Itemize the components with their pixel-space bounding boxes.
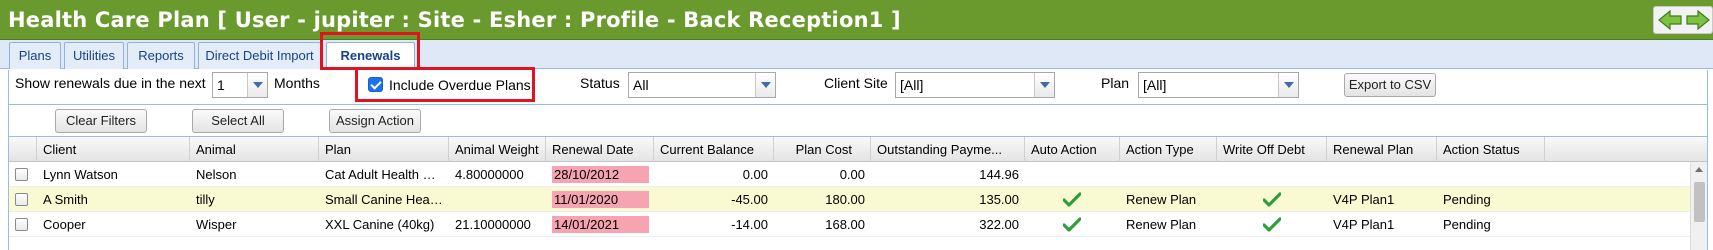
cell-renewal-date: 11/01/2020 bbox=[552, 191, 649, 208]
cell-client: Lynn Watson bbox=[43, 167, 118, 182]
title-bar: Health Care Plan [ User - jupiter : Site… bbox=[0, 0, 1713, 40]
window-title: Health Care Plan [ User - jupiter : Site… bbox=[8, 8, 901, 32]
cell-renewal-plan: V4P Plan1 bbox=[1333, 217, 1395, 232]
cell-animal-weight: 4.80000000 bbox=[455, 167, 524, 182]
checkmark-icon bbox=[1262, 192, 1282, 207]
forward-arrow-icon[interactable] bbox=[1685, 9, 1711, 31]
months-value: 1 bbox=[217, 77, 225, 93]
back-arrow-icon[interactable] bbox=[1657, 9, 1683, 31]
header-plan-cost[interactable]: Plan Cost bbox=[774, 137, 871, 162]
cell-outstanding: 135.00 bbox=[979, 192, 1019, 207]
header-client[interactable]: Client bbox=[37, 137, 190, 162]
assign-action-button[interactable]: Assign Action bbox=[329, 109, 421, 133]
header-outstanding-payments[interactable]: Outstanding Payme... bbox=[871, 137, 1025, 162]
cell-renewal-plan: V4P Plan1 bbox=[1333, 192, 1395, 207]
plan-label: Plan bbox=[1101, 75, 1130, 91]
renewals-grid: Client Animal Plan Animal Weight Renewal… bbox=[8, 137, 1708, 250]
header-select bbox=[9, 137, 37, 162]
cell-current-balance: -45.00 bbox=[731, 192, 768, 207]
cell-plan-cost: 168.00 bbox=[825, 217, 865, 232]
cell-animal: tilly bbox=[196, 192, 215, 207]
months-select[interactable]: 1 bbox=[212, 72, 268, 98]
client-site-select[interactable]: [All] bbox=[895, 72, 1055, 98]
clear-filters-button[interactable]: Clear Filters bbox=[55, 109, 147, 133]
checkmark-icon bbox=[1062, 217, 1082, 232]
cell-renewal-plan bbox=[1327, 162, 1437, 187]
select-all-button[interactable]: Select All bbox=[192, 109, 284, 133]
tab-reports[interactable]: Reports bbox=[127, 42, 195, 69]
cell-outstanding: 322.00 bbox=[979, 217, 1019, 232]
row-checkbox[interactable] bbox=[15, 218, 28, 231]
filter-bar: Show renewals due in the next 1 Months I… bbox=[8, 70, 1708, 104]
tab-utilities[interactable]: Utilities bbox=[64, 42, 124, 69]
plan-value: [All] bbox=[1143, 77, 1167, 93]
tab-plans[interactable]: Plans bbox=[9, 42, 61, 69]
client-site-label: Client Site bbox=[824, 75, 888, 91]
scrollbar-thumb[interactable] bbox=[1694, 182, 1705, 222]
row-checkbox[interactable] bbox=[15, 168, 28, 181]
cell-action-status: Pending bbox=[1443, 217, 1491, 232]
cell-action-type: Renew Plan bbox=[1126, 217, 1197, 232]
cell-action-status: Pending bbox=[1443, 192, 1491, 207]
cell-animal-weight bbox=[449, 187, 546, 212]
table-row[interactable]: Lynn Watson Nelson Cat Adult Health Plan… bbox=[9, 162, 1691, 187]
cell-animal-weight: 21.10000000 bbox=[455, 217, 531, 232]
cell-outstanding: 144.96 bbox=[979, 167, 1019, 182]
cell-renewal-date: 28/10/2012 bbox=[552, 166, 649, 183]
client-site-value: [All] bbox=[900, 77, 924, 93]
cell-plan: Small Canine Health Plan bbox=[325, 192, 449, 207]
cell-animal: Nelson bbox=[196, 167, 237, 182]
cell-plan: XXL Canine (40kg) bbox=[325, 217, 435, 232]
cell-action-type bbox=[1120, 162, 1217, 187]
cell-plan-cost: 0.00 bbox=[839, 167, 865, 182]
include-overdue-label: Include Overdue Plans bbox=[389, 77, 531, 93]
chevron-down-icon[interactable] bbox=[1278, 73, 1298, 97]
header-renewal-plan[interactable]: Renewal Plan bbox=[1327, 137, 1437, 162]
row-checkbox[interactable] bbox=[15, 193, 28, 206]
plan-select[interactable]: [All] bbox=[1138, 72, 1299, 98]
status-label: Status bbox=[580, 75, 620, 91]
checkmark-icon bbox=[1062, 192, 1082, 207]
cell-current-balance: -14.00 bbox=[731, 217, 768, 232]
header-animal-weight[interactable]: Animal Weight bbox=[449, 137, 546, 162]
chevron-down-icon[interactable] bbox=[247, 73, 267, 97]
show-renewals-label: Show renewals due in the next bbox=[15, 75, 206, 91]
grid-header: Client Animal Plan Animal Weight Renewal… bbox=[9, 137, 1707, 162]
header-plan[interactable]: Plan bbox=[319, 137, 449, 162]
header-animal[interactable]: Animal bbox=[190, 137, 319, 162]
cell-plan: Cat Adult Health Plan bbox=[325, 167, 449, 182]
tab-strip: Plans Utilities Reports Direct Debit Imp… bbox=[0, 40, 1713, 70]
tab-renewals[interactable]: Renewals bbox=[326, 42, 415, 70]
nav-buttons bbox=[1653, 6, 1713, 34]
chevron-down-icon[interactable] bbox=[755, 73, 775, 97]
cell-client: A Smith bbox=[43, 192, 88, 207]
vertical-scrollbar[interactable] bbox=[1690, 162, 1707, 250]
header-auto-action[interactable]: Auto Action bbox=[1025, 137, 1120, 162]
header-action-type[interactable]: Action Type bbox=[1120, 137, 1217, 162]
action-toolbar: Clear Filters Select All Assign Action bbox=[8, 104, 1708, 137]
tab-direct-debit-import[interactable]: Direct Debit Import bbox=[198, 42, 321, 69]
header-action-status[interactable]: Action Status bbox=[1437, 137, 1545, 162]
cell-action-status bbox=[1437, 162, 1545, 187]
checkmark-icon bbox=[1262, 217, 1282, 232]
cell-renewal-date: 14/01/2021 bbox=[552, 216, 649, 233]
cell-current-balance: 0.00 bbox=[742, 167, 768, 182]
cell-client: Cooper bbox=[43, 217, 86, 232]
chevron-down-icon[interactable] bbox=[1034, 73, 1054, 97]
scroll-up-icon[interactable] bbox=[1695, 167, 1703, 172]
status-value: All bbox=[633, 77, 649, 93]
cell-action-type: Renew Plan bbox=[1126, 192, 1197, 207]
table-row[interactable]: Cooper Wisper XXL Canine (40kg) 21.10000… bbox=[9, 212, 1691, 237]
months-label: Months bbox=[274, 75, 320, 91]
cell-plan-cost: 180.00 bbox=[825, 192, 865, 207]
export-csv-button[interactable]: Export to CSV bbox=[1344, 73, 1436, 97]
header-write-off-debt[interactable]: Write Off Debt bbox=[1217, 137, 1327, 162]
table-row[interactable]: A Smith tilly Small Canine Health Plan 1… bbox=[9, 187, 1691, 212]
include-overdue-checkbox[interactable] bbox=[368, 77, 383, 92]
header-renewal-date[interactable]: Renewal Date bbox=[546, 137, 654, 162]
header-current-balance[interactable]: Current Balance bbox=[654, 137, 774, 162]
status-select[interactable]: All bbox=[628, 72, 776, 98]
cell-animal: Wisper bbox=[196, 217, 237, 232]
